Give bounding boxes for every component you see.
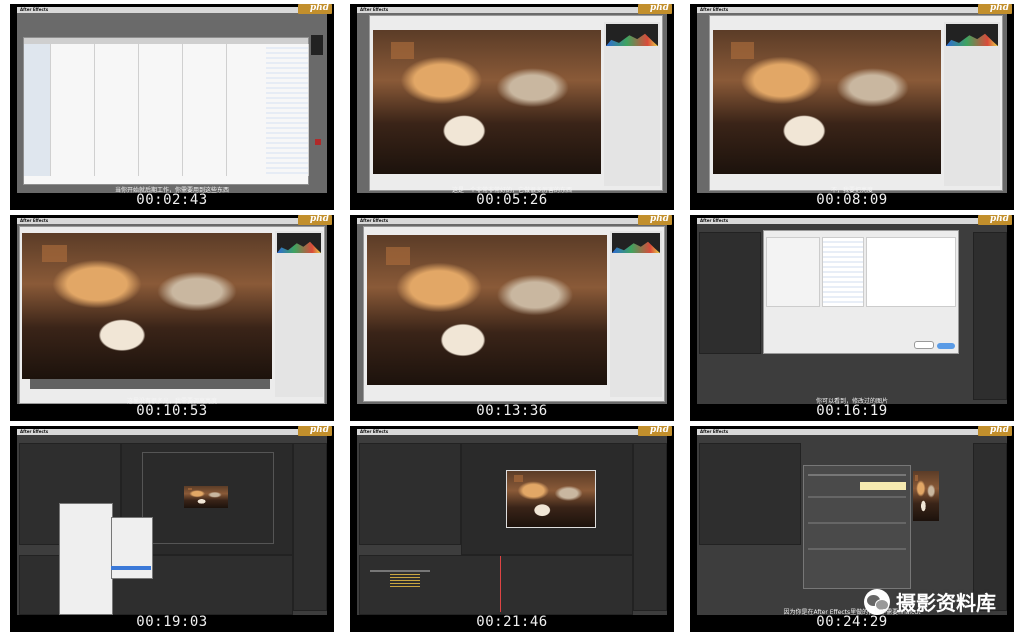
- tile-2[interactable]: After Effects phd 这是一个非常非常好的，它做很多厉害的东西 0…: [350, 4, 674, 210]
- effects-panel: [973, 443, 1007, 611]
- tile-6-screen: After Effects: [697, 218, 1007, 404]
- menu-bar: After Effects: [357, 7, 667, 13]
- timecode: 00:16:19: [816, 403, 888, 419]
- brand-badge: phd: [638, 4, 672, 14]
- timecode: 00:21:46: [476, 614, 548, 630]
- menu-bar: After Effects: [17, 218, 327, 224]
- tile-5[interactable]: After Effects phd 00:13:36: [350, 215, 674, 421]
- brand-badge: phd: [638, 426, 672, 436]
- camera-raw-dialog: [709, 15, 1003, 191]
- import-dialog: [763, 230, 959, 354]
- timecode: 00:05:26: [476, 192, 548, 208]
- tile-8[interactable]: After Effects phd 00:21:46: [350, 426, 674, 632]
- open-button[interactable]: [937, 343, 955, 349]
- tile-6[interactable]: After Effects phd 你可以看到，修改过的图片 00:16:19: [690, 215, 1014, 421]
- timecode: 00:08:09: [816, 192, 888, 208]
- context-menu[interactable]: [59, 503, 113, 615]
- adjust-panel: [610, 231, 662, 397]
- brand-badge: phd: [978, 426, 1012, 436]
- comp-photo: [913, 471, 939, 521]
- tile-4[interactable]: After Effects phd 这里没有很多光，我需要调高亮度 00:10:…: [10, 215, 334, 421]
- menu-bar: After Effects: [697, 429, 1007, 435]
- brand-badge: phd: [298, 426, 332, 436]
- brand-badge: phd: [638, 215, 672, 225]
- brand-badge: phd: [298, 4, 332, 14]
- menu-bar: After Effects: [17, 429, 327, 435]
- adjust-panel: [604, 22, 660, 186]
- finder-window: [23, 37, 309, 185]
- menu-bar: After Effects: [697, 7, 1007, 13]
- thumbnail-grid: After Effects phd 当你开始就后期工作，你需要用到这些东西 00…: [10, 4, 1014, 632]
- raw-photo: [367, 235, 607, 385]
- app-name: After Effects: [20, 7, 49, 12]
- histogram: [612, 233, 660, 253]
- timecode: 00:02:43: [136, 192, 208, 208]
- tile-4-screen: After Effects: [17, 218, 327, 404]
- adjust-panel: [275, 231, 323, 397]
- tile-3-screen: After Effects: [697, 7, 1007, 193]
- histogram: [946, 24, 998, 46]
- effects-panel: [293, 443, 327, 611]
- effects-panel: [973, 232, 1007, 400]
- tile-8-screen: After Effects: [357, 429, 667, 615]
- timecode: 00:19:03: [136, 614, 208, 630]
- project-panel: [699, 232, 761, 354]
- timeline-panel: [359, 555, 633, 615]
- brand-badge: phd: [978, 4, 1012, 14]
- raw-photo: [713, 30, 941, 174]
- camera-raw-dialog: [363, 226, 665, 402]
- tile-2-screen: After Effects: [357, 7, 667, 193]
- raw-photo: [22, 233, 272, 379]
- brand-badge: phd: [978, 215, 1012, 225]
- timecode: 00:24:29: [816, 614, 888, 630]
- camera-raw-dialog: [19, 226, 325, 404]
- menu-bar: After Effects: [357, 429, 667, 435]
- comp-photo: [184, 486, 228, 508]
- effects-panel: [633, 443, 667, 611]
- render-settings-dialog: [803, 465, 911, 589]
- playback-bar[interactable]: [30, 379, 270, 389]
- raw-photo: [373, 30, 601, 174]
- tile-7-screen: After Effects: [17, 429, 327, 615]
- menu-bar: After Effects: [357, 218, 667, 224]
- tile-1[interactable]: After Effects phd 当你开始就后期工作，你需要用到这些东西 00…: [10, 4, 334, 210]
- composition-panel: [461, 443, 633, 555]
- highlighted-menu-item[interactable]: [111, 566, 151, 570]
- timecode: 00:10:53: [136, 403, 208, 419]
- adjust-panel: [944, 22, 1000, 186]
- timecode: 00:13:36: [476, 403, 548, 419]
- histogram: [277, 233, 321, 253]
- camera-raw-dialog: [369, 15, 663, 191]
- comp-photo: [506, 470, 596, 528]
- tile-1-screen: After Effects: [17, 7, 327, 193]
- menu-bar: After Effects: [697, 218, 1007, 224]
- project-panel: [359, 443, 461, 545]
- menu-bar: After Effects: [17, 7, 327, 13]
- brand-badge: phd: [298, 215, 332, 225]
- tile-9[interactable]: After Effects phd 摄影资料库 因为你是在After Effec…: [690, 426, 1014, 632]
- histogram: [606, 24, 658, 46]
- project-panel: [699, 443, 801, 545]
- tile-5-screen: After Effects: [357, 218, 667, 404]
- tile-3[interactable]: After Effects phd 不，我要把亮度 00:08:09: [690, 4, 1014, 210]
- cancel-button[interactable]: [914, 341, 934, 349]
- tile-7[interactable]: After Effects phd 00:19:03: [10, 426, 334, 632]
